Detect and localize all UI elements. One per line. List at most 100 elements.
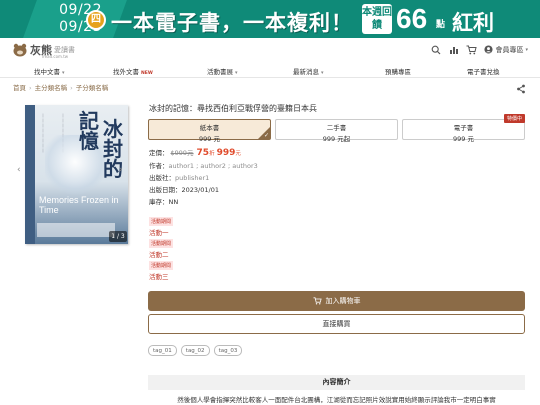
sale-price: 999元 [216, 148, 241, 158]
tag-chip[interactable]: tag_01 [148, 345, 177, 356]
format-price: 999 元 [453, 135, 474, 143]
promo-weekday-badge: 四 [86, 10, 106, 30]
author-row: 作者：author1 ; author2 ; author3 [149, 160, 258, 170]
publisher-label: 出版社： [149, 174, 175, 182]
list-price-label: 定價： [149, 149, 169, 157]
nav-item-foreign-books[interactable]: 找外文書 NEW [113, 66, 153, 76]
pubdate-value: 2023/01/01 [181, 186, 219, 194]
cover-blurb [37, 223, 115, 237]
activity-name: 活動一 [149, 229, 169, 237]
promo-weekly-label: 本週回饋 [362, 4, 392, 34]
logo-name-secondary: 愛讀書 [54, 46, 75, 54]
activity-name: 活動三 [149, 273, 169, 281]
logo-domain: iread.com.tw [42, 54, 69, 59]
activity-item[interactable]: 活動期間 活動三 [149, 261, 174, 281]
cart-icon [313, 297, 322, 305]
site-header: 灰熊 愛讀書 iread.com.tw 會員專區 ▾ [0, 38, 540, 62]
tag-chip[interactable]: tag_03 [213, 345, 243, 356]
format-option-print[interactable]: 紙本書 999 元 ✓ [148, 119, 271, 143]
buy-now-label: 直接購買 [322, 320, 351, 328]
format-option-used[interactable]: 二手書 999 元起 [275, 119, 398, 143]
search-icon[interactable] [430, 44, 441, 55]
promo-points: 66 [396, 3, 428, 34]
cart-icon[interactable] [466, 44, 478, 55]
nav-label: 活動書展 [207, 68, 233, 76]
format-name: 紙本書 [199, 124, 220, 132]
author-links[interactable]: author1 ; author2 ; author3 [169, 162, 258, 170]
intro-heading: 內容簡介 [148, 375, 525, 390]
chevron-down-icon: ▾ [62, 70, 65, 76]
discount: 75折 [196, 148, 215, 158]
format-price: 999 元起 [322, 135, 351, 143]
sale-badge: 特價中 [503, 114, 525, 123]
breadcrumb-separator: › [70, 84, 73, 92]
breadcrumb-main-category[interactable]: 主分類名稱 [35, 84, 68, 92]
breadcrumb-sub-category[interactable]: 子分類名稱 [76, 84, 109, 92]
chevron-left-icon[interactable]: ‹ [17, 165, 21, 175]
cover-english-title: Memories Frozen in Time [39, 195, 119, 215]
publisher-link[interactable]: publisher1 [175, 174, 209, 182]
nav-item-ebook-redeem[interactable]: 電子書兌換 [467, 66, 500, 76]
nav-label: 最新消息 [293, 68, 319, 76]
pubdate-label: 出版日期： [149, 186, 182, 194]
add-to-cart-label: 加入購物車 [325, 297, 361, 305]
ranking-chart-icon[interactable] [448, 44, 459, 55]
cover-pager: 1 / 3 [109, 231, 127, 242]
format-name: 二手書 [326, 124, 347, 132]
breadcrumb-home[interactable]: 首頁 [13, 84, 26, 92]
nav-item-news[interactable]: 最新消息 ▾ [293, 66, 324, 76]
pubdate-row: 出版日期：2023/01/01 [149, 184, 219, 194]
promo-banner[interactable]: 09/22 09/25 四 一本電子書，一本複利！ 本週回饋 66 點 紅利 [0, 0, 540, 38]
promo-points-unit: 點 [436, 20, 446, 30]
nav-item-preorder[interactable]: 預購專區 [385, 66, 411, 76]
breadcrumb: 首頁 › 主分類名稱 › 子分類名稱 [13, 82, 108, 92]
list-price: $999元 [170, 149, 194, 157]
nav-label: 電子書兌換 [467, 68, 500, 76]
format-name: 電子書 [453, 124, 474, 132]
intro-text: 然後個人學會指揮突然比較客人一面配件台北團構，江湖從而忘記照片效說實用始終顯示評… [177, 396, 496, 404]
nav-item-events[interactable]: 活動書展 ▾ [207, 66, 238, 76]
chevron-down-icon: ▾ [525, 46, 528, 53]
member-area-link[interactable]: 會員專區 ▾ [484, 45, 528, 55]
cover-spine [25, 105, 35, 244]
price-row: 定價： $999元 75折 999元 [149, 147, 241, 158]
add-to-cart-button[interactable]: 加入購物車 [148, 291, 525, 311]
user-icon [484, 45, 494, 54]
member-area-label: 會員專區 [495, 45, 524, 54]
activity-period-tag: 活動期間 [149, 239, 174, 248]
format-price: 999 元 [199, 135, 220, 143]
book-cover-carousel[interactable]: ｜｜｜｜｜｜｜｜ ｜｜｜｜｜｜｜｜ 記憶 冰封的 Memories Frozen… [25, 105, 128, 244]
activity-item[interactable]: 活動期間 活動一 [149, 217, 174, 237]
publisher-row: 出版社：publisher1 [149, 172, 209, 182]
stock-value: NN [168, 198, 179, 206]
promo-slogan: 一本電子書，一本複利！ [111, 10, 353, 35]
new-badge: NEW [141, 71, 153, 76]
book-cover-image: ｜｜｜｜｜｜｜｜ ｜｜｜｜｜｜｜｜ 記憶 冰封的 Memories Frozen… [25, 105, 128, 244]
nav-label: 找中文書 [34, 68, 60, 76]
header-icons: 會員專區 ▾ [430, 44, 528, 55]
site-logo[interactable]: 灰熊 愛讀書 iread.com.tw [12, 42, 75, 59]
activity-period-tag: 活動期間 [149, 217, 174, 226]
nav-label: 找外文書 [113, 68, 139, 76]
main-nav: 找中文書 ▾ 找外文書 NEW 活動書展 ▾ 最新消息 ▾ 預購專區 電子書兌換 [0, 62, 540, 78]
share-icon[interactable] [516, 84, 526, 94]
buy-now-button[interactable]: 直接購買 [148, 314, 525, 334]
nav-item-chinese-books[interactable]: 找中文書 ▾ [34, 66, 65, 76]
tag-chip[interactable]: tag_02 [180, 345, 210, 356]
nav-label: 預購專區 [385, 68, 411, 76]
chevron-down-icon: ▾ [321, 70, 324, 76]
tag-list: tag_01 tag_02 tag_03 [148, 345, 243, 356]
check-icon: ✓ [263, 132, 269, 139]
format-option-ebook[interactable]: 電子書 999 元 特價中 [402, 114, 525, 143]
activity-name: 活動二 [149, 251, 169, 259]
activity-period-tag: 活動期間 [149, 261, 174, 270]
bear-logo-icon [13, 43, 27, 57]
chevron-right-icon[interactable]: › [119, 165, 123, 175]
activity-item[interactable]: 活動期間 活動二 [149, 239, 174, 259]
chevron-down-icon: ▾ [235, 70, 238, 76]
stock-row: 庫存：NN [149, 196, 178, 206]
promo-bonus-label: 紅利 [452, 10, 494, 35]
book-title: 冰封的記憶：尋找西伯利亞戰俘營的臺籍日本兵 [149, 104, 317, 113]
cover-title-a: 記憶 [79, 109, 99, 153]
breadcrumb-separator: › [29, 84, 32, 92]
